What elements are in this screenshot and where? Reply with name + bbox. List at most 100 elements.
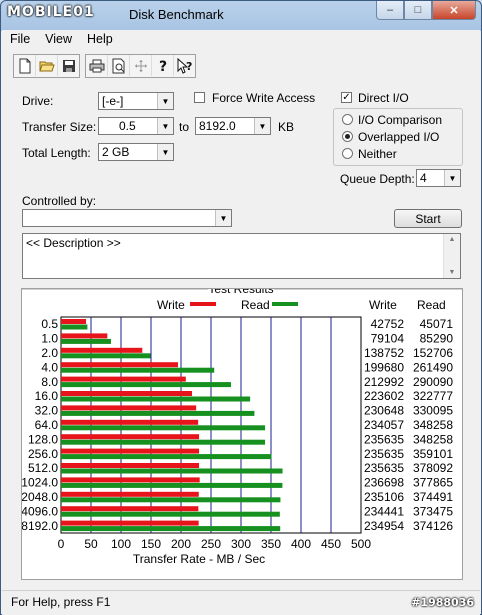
y-tick-label: 4096.0: [22, 504, 58, 518]
write-value: 235106: [364, 490, 404, 504]
chevron-down-icon: ▼: [254, 118, 270, 134]
force-write-label: Force Write Access: [212, 91, 316, 105]
print-preview-icon[interactable]: [108, 55, 130, 76]
toolbar: ? ?: [13, 54, 201, 78]
maximize-button[interactable]: □: [404, 1, 432, 20]
queue-depth-label: Queue Depth:: [340, 172, 415, 186]
read-value: 45071: [420, 317, 454, 331]
transfer-to-select[interactable]: 8192.0 ▼: [195, 117, 271, 135]
write-value: 212992: [364, 375, 404, 389]
close-button[interactable]: ✕: [432, 1, 476, 20]
menu-file[interactable]: File: [2, 30, 37, 50]
save-icon[interactable]: [58, 55, 79, 76]
read-bar: [61, 338, 111, 344]
print-icon[interactable]: [86, 55, 108, 76]
read-bar: [61, 382, 231, 388]
y-tick-label: 256.0: [28, 447, 58, 461]
read-value: 348258: [413, 418, 453, 432]
write-bar: [61, 520, 199, 526]
watermark: #1988036: [411, 596, 474, 609]
new-icon[interactable]: [14, 55, 36, 76]
settings-panel: Drive: [-e-] ▼ Force Write Access Transf…: [13, 82, 469, 587]
y-tick-label: 16.0: [35, 389, 59, 403]
io-mode-group: I/O Comparison Overlapped I/O Neither: [333, 108, 463, 166]
chevron-down-icon: ▼: [215, 210, 231, 226]
read-value: 373475: [413, 504, 453, 518]
drive-select[interactable]: [-e-] ▼: [98, 92, 174, 110]
read-value: 152706: [413, 346, 453, 360]
status-bar: For Help, press F1 #1988036: [2, 590, 480, 615]
description-textarea[interactable]: << Description >> ▲ ▼: [22, 233, 461, 279]
read-bar: [61, 468, 283, 474]
minimize-button[interactable]: –: [376, 1, 404, 20]
title-bar[interactable]: MOBILE01 Disk Benchmark – □ ✕: [1, 1, 481, 29]
write-bar: [61, 419, 199, 425]
menu-help[interactable]: Help: [79, 30, 120, 50]
scroll-up-icon[interactable]: ▲: [444, 236, 460, 243]
write-bar: [61, 362, 178, 368]
svg-text:?: ?: [159, 59, 167, 74]
kb-label: KB: [278, 120, 295, 134]
write-value: 223602: [364, 389, 404, 403]
read-bar: [61, 497, 281, 503]
x-tick-label: 350: [261, 537, 281, 551]
write-value: 138752: [364, 346, 404, 360]
legend-read-swatch: [272, 302, 298, 306]
start-button[interactable]: Start: [394, 209, 462, 228]
controlled-by-label: Controlled by:: [22, 194, 97, 208]
context-help-icon[interactable]: ?: [174, 55, 195, 76]
svg-text:?: ?: [186, 60, 192, 73]
y-tick-label: 32.0: [35, 404, 59, 418]
direct-io-label: Direct I/O: [358, 91, 409, 105]
window-title: Disk Benchmark: [129, 7, 224, 22]
app-window: MOBILE01 Disk Benchmark – □ ✕ File View …: [0, 0, 482, 615]
read-value: 374126: [413, 519, 453, 533]
write-bar: [61, 477, 200, 483]
legend-write-label: Write: [157, 298, 185, 312]
queue-depth-select[interactable]: 4 ▼: [416, 169, 461, 187]
description-scrollbar[interactable]: ▲ ▼: [443, 234, 460, 278]
results-chart: Test Results Write Read Write Read 0 50 100 150 2…: [21, 282, 462, 566]
controlled-by-select[interactable]: ▼: [22, 209, 232, 227]
direct-io-checkbox[interactable]: ✓: [341, 92, 352, 103]
status-help-text: For Help, press F1: [11, 595, 111, 609]
move-icon[interactable]: [130, 55, 152, 76]
chevron-down-icon: ▼: [157, 144, 173, 160]
read-value: 378092: [413, 461, 453, 475]
menu-bar: File View Help: [2, 30, 480, 50]
write-bar: [61, 506, 199, 512]
neither-label: Neither: [358, 147, 397, 161]
transfer-from-value: 0.5: [119, 119, 136, 133]
y-tick-label: 1024.0: [22, 476, 58, 490]
neither-radio[interactable]: [342, 148, 353, 159]
open-icon[interactable]: [36, 55, 58, 76]
io-comparison-radio[interactable]: [342, 114, 353, 125]
x-tick-label: 150: [141, 537, 161, 551]
menu-view[interactable]: View: [37, 30, 79, 50]
write-value: 235635: [364, 432, 404, 446]
write-value: 234057: [364, 418, 404, 432]
total-length-select[interactable]: 2 GB ▼: [98, 143, 174, 161]
mobile01-logo: MOBILE01: [7, 4, 95, 20]
read-bar: [61, 482, 283, 488]
y-tick-label: 4.0: [41, 360, 58, 374]
x-tick-label: 400: [291, 537, 311, 551]
write-value: 234954: [364, 519, 404, 533]
x-tick-label: 450: [321, 537, 341, 551]
y-tick-label: 128.0: [28, 432, 58, 446]
write-bar: [61, 347, 143, 353]
chevron-down-icon: ▼: [444, 170, 460, 186]
transfer-from-select[interactable]: 0.5 ▼: [98, 117, 174, 135]
x-tick-label: 250: [201, 537, 221, 551]
read-bar: [61, 396, 251, 402]
write-bar: [61, 405, 197, 411]
help-icon[interactable]: ?: [152, 55, 174, 76]
y-tick-label: 1.0: [41, 332, 58, 346]
overlapped-io-radio[interactable]: [342, 131, 353, 142]
write-value: 42752: [371, 317, 405, 331]
force-write-checkbox[interactable]: [194, 92, 205, 103]
scroll-down-icon[interactable]: ▼: [444, 269, 460, 276]
x-tick-label: 0: [58, 537, 65, 551]
chevron-down-icon: ▼: [157, 118, 173, 134]
write-bar: [61, 491, 199, 497]
